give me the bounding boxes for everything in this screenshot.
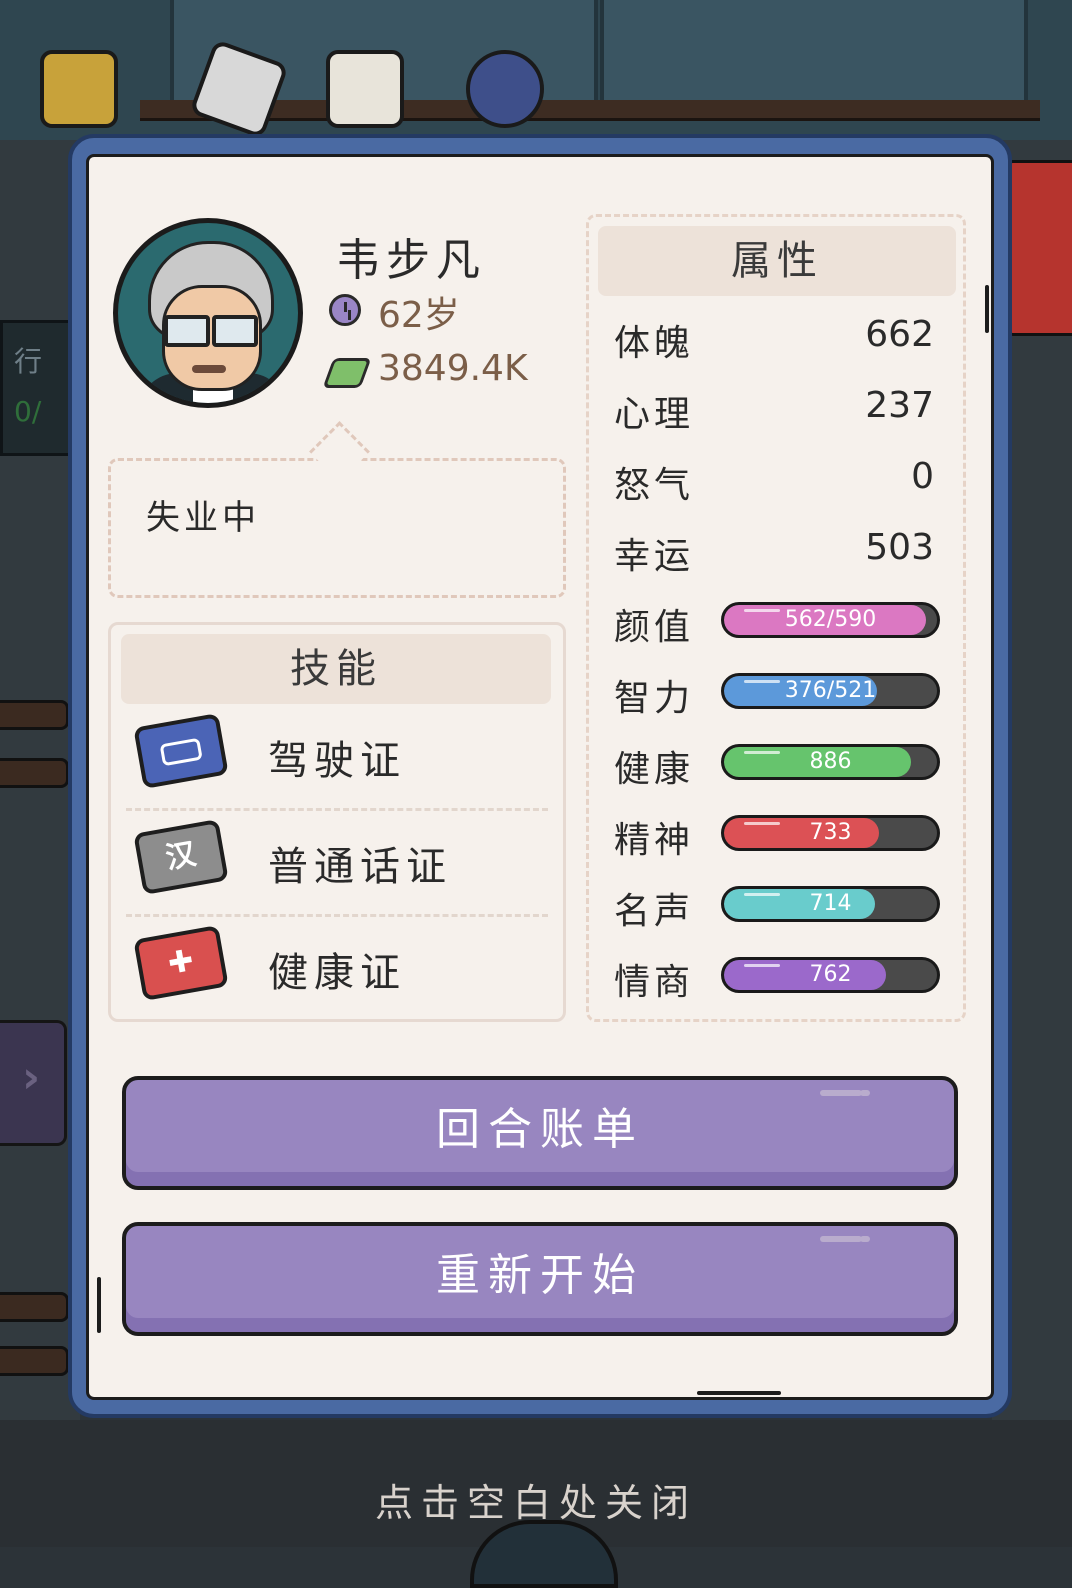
stat-label-physique: 体魄 bbox=[614, 323, 695, 364]
fame-bar: 714 bbox=[721, 886, 940, 922]
background-rail bbox=[0, 700, 69, 730]
background-cards-icon bbox=[40, 50, 118, 128]
intelligence-bar: 376/521 bbox=[721, 673, 940, 709]
character-name: 韦步凡 bbox=[336, 235, 486, 286]
skill-label: 驾驶证 bbox=[268, 738, 406, 784]
divider bbox=[126, 914, 548, 917]
looks-bar: 562/590 bbox=[721, 602, 940, 638]
skill-item[interactable]: 驾驶证 bbox=[126, 706, 548, 806]
bar-value: 733 bbox=[809, 820, 852, 845]
attributes-title: 属性 bbox=[598, 226, 956, 296]
chevron-right-icon: › bbox=[22, 1052, 41, 1103]
car-license-icon bbox=[133, 713, 229, 789]
background-task-count: 0/ bbox=[14, 395, 42, 428]
bar-label-looks: 颜值 bbox=[614, 607, 695, 648]
stat-label-anger: 怒气 bbox=[614, 465, 695, 506]
background-rail bbox=[0, 1346, 69, 1376]
scroll-indicator bbox=[97, 1277, 101, 1333]
stat-value-physique: 662 bbox=[865, 314, 934, 355]
bar-label-eq: 情商 bbox=[614, 962, 695, 1003]
job-status: 失业中 bbox=[146, 498, 260, 538]
round-bill-label: 回合账单 bbox=[436, 1104, 644, 1155]
stat-label-luck: 幸运 bbox=[614, 536, 695, 577]
spirit-bar: 733 bbox=[721, 815, 940, 851]
background-rail bbox=[0, 758, 69, 788]
restart-button[interactable]: 重新开始 bbox=[122, 1222, 958, 1336]
scroll-indicator bbox=[985, 285, 989, 333]
stat-value-psychology: 237 bbox=[865, 385, 934, 426]
eq-bar: 762 bbox=[721, 957, 940, 993]
bar-value: 714 bbox=[809, 891, 852, 916]
bar-label-intelligence: 智力 bbox=[614, 678, 695, 719]
character-money: 3849.4K bbox=[378, 348, 528, 389]
stat-value-luck: 503 bbox=[865, 527, 934, 568]
scroll-indicator bbox=[697, 1391, 781, 1395]
background-task-label: 行 bbox=[14, 345, 43, 378]
background-rail bbox=[0, 1292, 69, 1322]
restart-label: 重新开始 bbox=[436, 1250, 644, 1301]
bar-value: 762 bbox=[809, 962, 852, 987]
background-clipboard-icon bbox=[326, 50, 404, 128]
character-avatar bbox=[113, 218, 303, 408]
skills-title: 技能 bbox=[121, 634, 551, 704]
bar-value: 376/521 bbox=[784, 678, 877, 703]
skill-item[interactable]: 汉 普通话证 bbox=[126, 812, 548, 912]
skill-item[interactable]: ✚ 健康证 bbox=[126, 918, 548, 1018]
mandarin-license-icon: 汉 bbox=[133, 819, 229, 895]
bar-label-health: 健康 bbox=[614, 749, 695, 790]
background-window bbox=[600, 0, 1028, 104]
clock-icon bbox=[329, 294, 361, 326]
stat-label-psychology: 心理 bbox=[614, 394, 695, 435]
bar-value: 886 bbox=[809, 749, 852, 774]
stat-value-anger: 0 bbox=[911, 456, 934, 497]
background-compass-icon bbox=[466, 50, 544, 128]
health-license-icon: ✚ bbox=[133, 925, 229, 1001]
close-hint[interactable]: 点击空白处关闭 bbox=[0, 1472, 1072, 1527]
divider bbox=[126, 808, 548, 811]
bar-label-spirit: 精神 bbox=[614, 820, 695, 861]
bar-value: 562/590 bbox=[784, 607, 877, 632]
health-bar: 886 bbox=[721, 744, 940, 780]
character-age: 62岁 bbox=[378, 295, 460, 336]
skill-label: 普通话证 bbox=[268, 844, 452, 890]
bar-label-fame: 名声 bbox=[614, 891, 695, 932]
round-bill-button[interactable]: 回合账单 bbox=[122, 1076, 958, 1190]
skill-label: 健康证 bbox=[268, 950, 406, 996]
